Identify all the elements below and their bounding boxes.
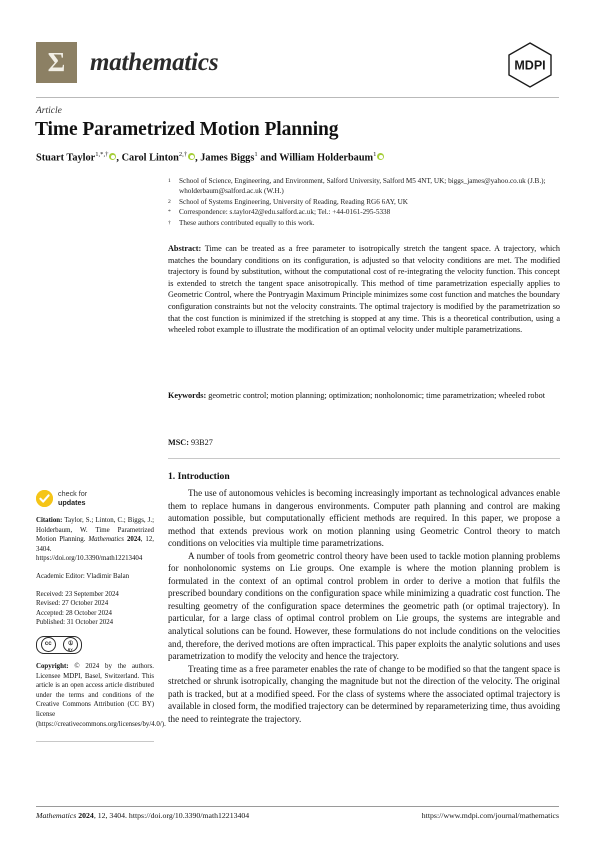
- correspondence-text: Correspondence: s.taylor42@edu.salford.a…: [179, 208, 391, 217]
- date-revised: Revised: 27 October 2024: [36, 600, 109, 608]
- checkmark-icon: [36, 490, 53, 507]
- affiliation-mark: †: [168, 219, 171, 226]
- creative-commons-icon[interactable]: cc ① BY: [36, 635, 82, 654]
- page-footer: Mathematics 2024, 12, 3404. https://doi.…: [36, 811, 559, 820]
- msc-block: MSC: 93B27: [168, 437, 560, 449]
- affiliation-text: School of Science, Engineering, and Envi…: [179, 177, 546, 196]
- academic-editor-name: Vladimir Balan: [84, 572, 130, 580]
- abstract-text: Time can be treated as a free parameter …: [168, 244, 560, 335]
- abstract-label: Abstract:: [168, 244, 202, 253]
- mdpi-logo-icon: MDPI: [501, 40, 559, 90]
- affiliation-text: School of Systems Engineering, Universit…: [179, 197, 408, 206]
- author-affil-marks: 1: [373, 151, 377, 158]
- footer-year: 2024: [78, 811, 94, 820]
- author-name: James Biggs: [200, 152, 255, 164]
- citation-year: 2024: [126, 536, 141, 544]
- keywords-label: Keywords:: [168, 391, 207, 400]
- author-separator: and: [257, 152, 280, 164]
- keywords-block: Keywords: geometric control; motion plan…: [168, 390, 560, 402]
- affiliation-item: * Correspondence: s.taylor42@edu.salford…: [168, 207, 560, 217]
- affiliation-item: 2 School of Systems Engineering, Univers…: [168, 197, 560, 207]
- affiliation-item: 1 School of Science, Engineering, and En…: [168, 176, 560, 197]
- date-accepted: Accepted: 28 October 2024: [36, 609, 112, 617]
- section-body: The use of autonomous vehicles is becomi…: [168, 487, 560, 725]
- affiliation-mark: 1: [168, 178, 171, 184]
- citation-label: Citation:: [36, 517, 63, 524]
- cc-by-icon: ① BY: [63, 637, 79, 653]
- publication-dates: Received: 23 September 2024 Revised: 27 …: [36, 590, 154, 628]
- masthead-divider: [36, 97, 559, 98]
- date-published: Published: 31 October 2024: [36, 619, 114, 627]
- section-heading: 1. Introduction: [168, 471, 230, 482]
- cc-circle-icon: cc: [40, 637, 56, 653]
- footer-journal: Mathematics: [36, 811, 77, 820]
- citation-journal: Mathematics: [88, 536, 124, 544]
- footer-divider: [36, 806, 559, 807]
- cfu-line-2: updates: [58, 497, 86, 507]
- footer-url[interactable]: https://www.mdpi.com/journal/mathematics: [422, 811, 559, 820]
- sigma-icon: Σ: [36, 42, 77, 83]
- sigma-glyph: Σ: [47, 47, 66, 77]
- keywords-text: geometric control; motion planning; opti…: [206, 391, 545, 400]
- footer-citation: Mathematics 2024, 12, 3404. https://doi.…: [36, 811, 249, 820]
- academic-editor-block: Academic Editor: Vladimir Balan: [36, 572, 154, 582]
- author-list: Stuart Taylor1,*,†, Carol Linton2,†, Jam…: [36, 148, 551, 165]
- copyright-label: Copyright:: [36, 662, 69, 670]
- equal-contribution-note: These authors contributed equally to thi…: [179, 218, 315, 227]
- author-name: Stuart Taylor: [36, 152, 96, 164]
- author-name: William Holderbaum: [279, 152, 374, 164]
- author-name: Carol Linton: [121, 152, 179, 164]
- copyright-block: Copyright: © 2024 by the authors. Licens…: [36, 662, 166, 729]
- paper-page: Σ mathematics MDPI Article Time Parametr…: [0, 0, 595, 842]
- page-title: Time Parametrized Motion Planning: [35, 119, 339, 140]
- orcid-icon[interactable]: [377, 153, 385, 161]
- affiliation-mark: 2: [168, 198, 171, 205]
- citation-block: Citation: Taylor, S.; Linton, C.; Biggs,…: [36, 516, 154, 564]
- author-affil-marks: 1,*,†: [95, 151, 109, 158]
- footer-rest: , 12, 3404. https://doi.org/10.3390/math…: [93, 811, 250, 820]
- journal-name: mathematics: [90, 48, 219, 76]
- svg-text:MDPI: MDPI: [514, 59, 545, 73]
- masthead: Σ mathematics MDPI: [36, 40, 559, 96]
- abstract-divider: [168, 458, 560, 459]
- date-received: Received: 23 September 2024: [36, 590, 119, 598]
- article-type: Article: [36, 106, 62, 116]
- check-for-updates-badge[interactable]: check for updates: [36, 489, 154, 507]
- cc-by-label: BY: [67, 648, 73, 653]
- academic-editor-label: Academic Editor:: [36, 572, 85, 580]
- affiliation-list: 1 School of Science, Engineering, and En…: [168, 176, 560, 228]
- affiliation-item: † These authors contributed equally to t…: [168, 218, 560, 228]
- sidebar-divider: [36, 741, 154, 743]
- paragraph: A number of tools from geometric control…: [168, 550, 560, 662]
- abstract-block: Abstract: Time can be treated as a free …: [168, 243, 560, 336]
- copyright-text: © 2024 by the authors. Licensee MDPI, Ba…: [36, 662, 166, 728]
- author-affil-marks: 2,†: [178, 151, 188, 158]
- paragraph: Treating time as a free parameter enable…: [168, 663, 560, 724]
- msc-label: MSC:: [168, 438, 189, 447]
- affiliation-mark: *: [168, 209, 171, 216]
- check-for-updates-label: check for updates: [58, 489, 87, 507]
- sidebar: check for updates Citation: Taylor, S.; …: [36, 489, 166, 743]
- msc-text: 93B27: [188, 438, 213, 447]
- paragraph: The use of autonomous vehicles is becomi…: [168, 488, 560, 549]
- journal-logo: Σ mathematics: [36, 42, 219, 83]
